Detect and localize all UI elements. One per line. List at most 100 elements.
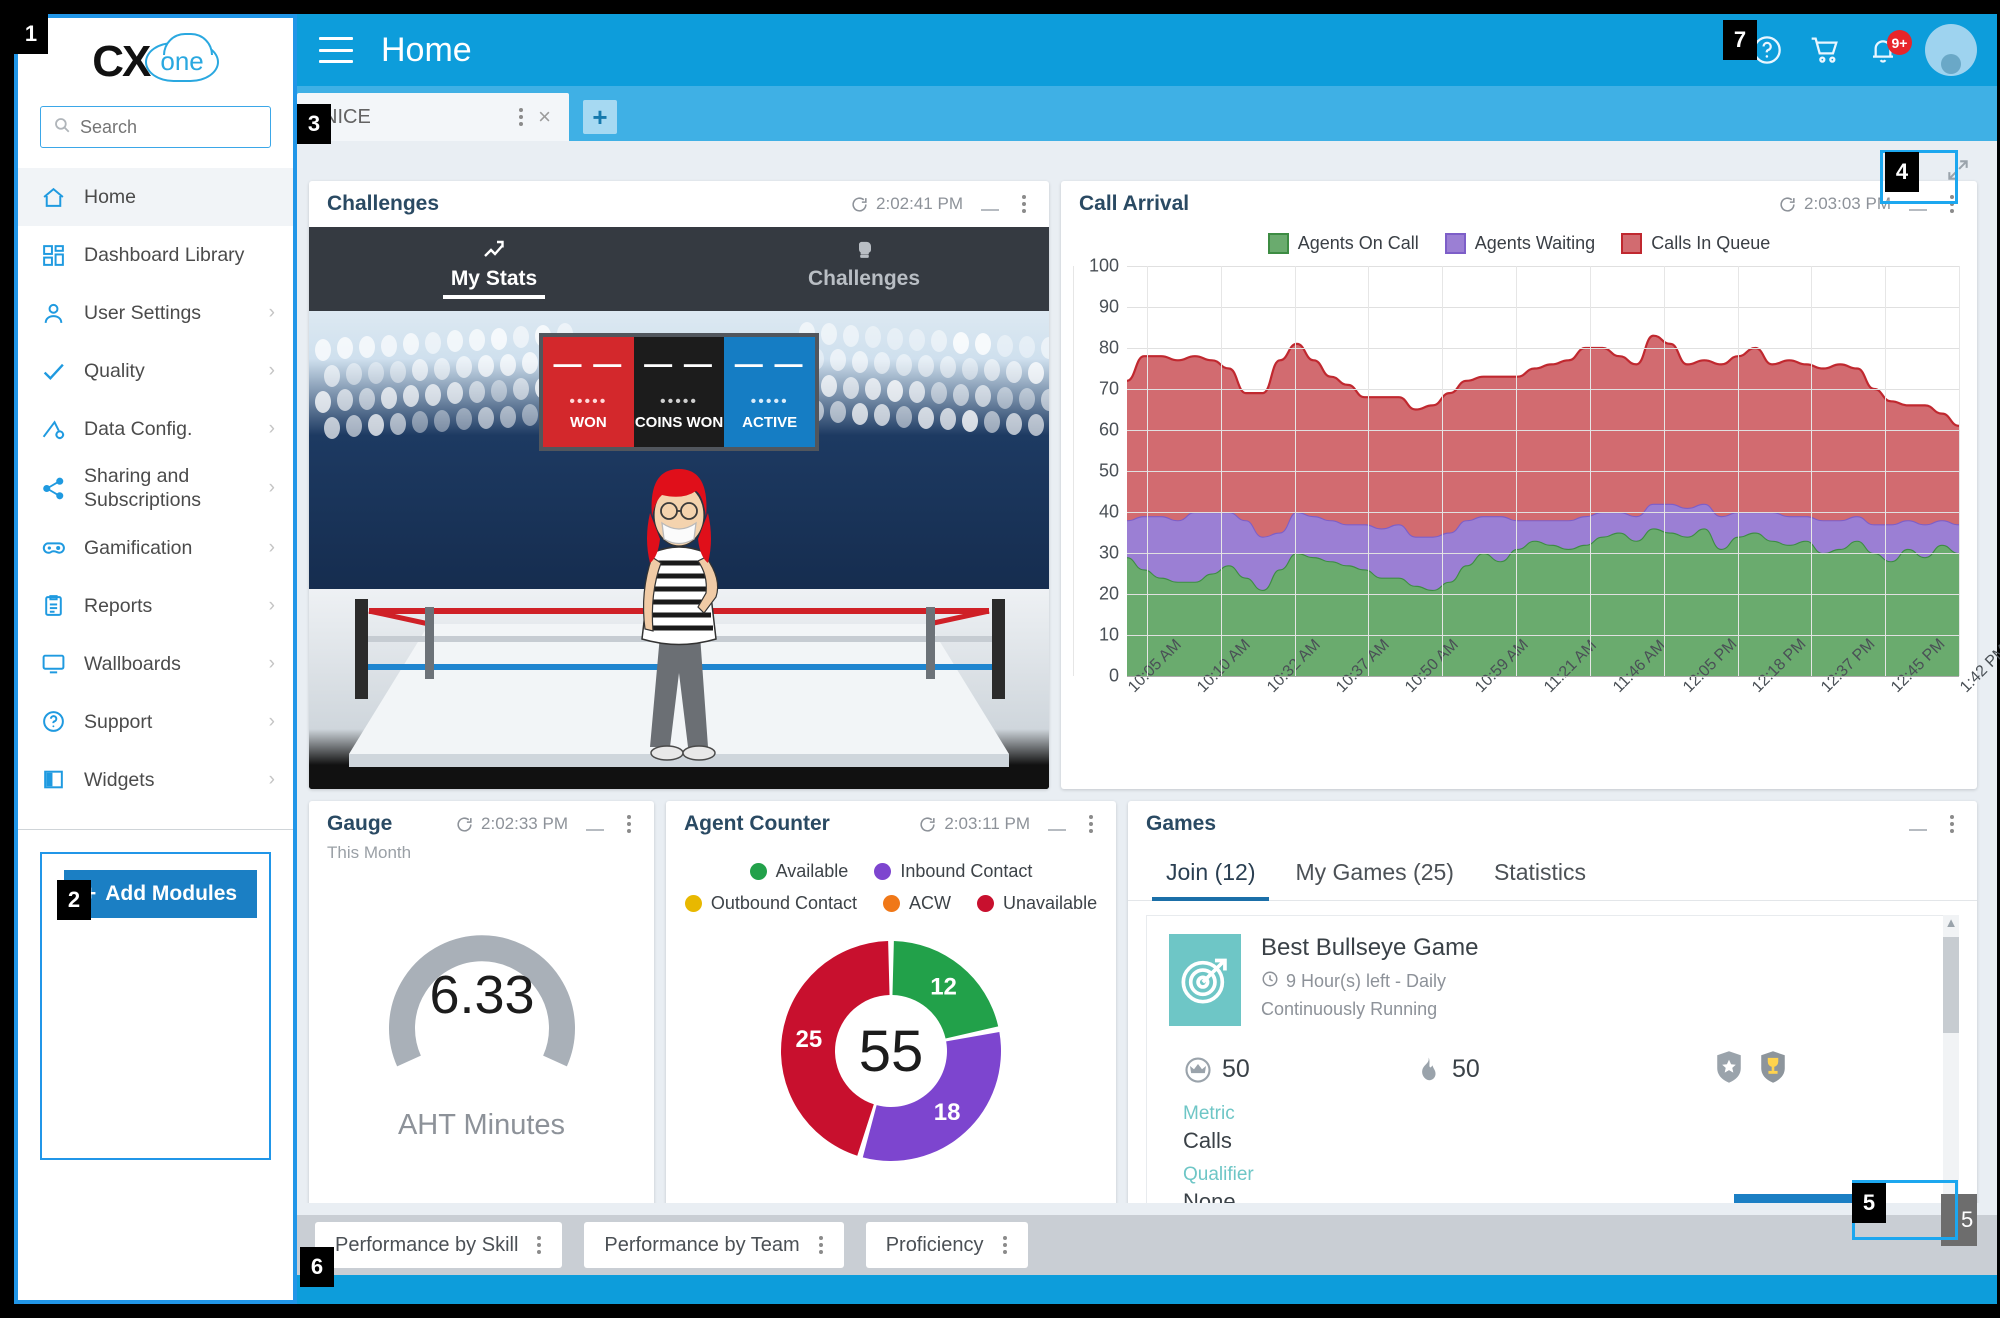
stage-light: [324, 417, 340, 439]
scrollbar-thumb[interactable]: [1943, 937, 1959, 1033]
legend-item-outbound-contact[interactable]: Outbound Contact: [685, 893, 857, 914]
legend-item-acw[interactable]: ACW: [883, 893, 951, 914]
add-modules-button[interactable]: + Add Modules: [64, 870, 257, 918]
hamburger-menu-icon[interactable]: [319, 37, 353, 63]
add-tab-button[interactable]: +: [583, 100, 617, 134]
tab-challenges[interactable]: Challenges: [679, 227, 1049, 311]
stage-light: [478, 355, 494, 377]
sidebar-item-data-config[interactable]: Data Config. ›: [18, 400, 293, 458]
dashboard-tab[interactable]: NICE ×: [297, 93, 569, 141]
search-box[interactable]: [40, 106, 271, 148]
stage-light: [368, 414, 384, 436]
sidebar-item-wallboards[interactable]: Wallboards ›: [18, 635, 293, 693]
minimize-icon[interactable]: [981, 209, 999, 211]
close-icon[interactable]: ×: [534, 104, 555, 130]
bottom-tab-menu-icon[interactable]: [996, 1236, 1014, 1254]
y-axis-tick: 60: [1073, 420, 1119, 441]
chart-legend-item-calls-in-queue[interactable]: Calls In Queue: [1621, 233, 1770, 254]
stage-light: [359, 336, 375, 358]
stage-light: [896, 354, 912, 376]
game-time-left: 9 Hour(s) left - Daily: [1261, 970, 1478, 993]
sidebar-item-user-settings[interactable]: User Settings ›: [18, 284, 293, 342]
donut-slice-value: 25: [795, 1026, 822, 1053]
y-axis-tick: 100: [1073, 256, 1119, 277]
bottom-tab-menu-icon[interactable]: [812, 1236, 830, 1254]
stage-light: [337, 389, 353, 411]
refresh-icon[interactable]: [1778, 195, 1797, 214]
refresh-icon[interactable]: [918, 815, 937, 834]
clock-icon: [1261, 970, 1279, 993]
stage-light: [931, 330, 947, 352]
tab-my-games[interactable]: My Games (25): [1275, 847, 1473, 900]
chart-legend-item-agents-on-call[interactable]: Agents On Call: [1268, 233, 1419, 254]
stage-light: [887, 380, 903, 402]
sidebar-item-reports[interactable]: Reports ›: [18, 577, 293, 635]
sidebar-item-widgets[interactable]: Widgets ›: [18, 751, 293, 809]
tab-statistics[interactable]: Statistics: [1474, 847, 1606, 900]
minimize-icon[interactable]: [1909, 829, 1927, 831]
widget-menu-icon[interactable]: [1943, 815, 1961, 833]
stage-light: [513, 326, 529, 348]
bottom-tab-performance-by-skill[interactable]: Performance by Skill: [315, 1222, 562, 1268]
legend-item-available[interactable]: Available: [750, 861, 849, 882]
dashboard-icon: [40, 242, 66, 268]
scoreboard-cell-active: — — ••••• ACTIVE: [724, 337, 815, 447]
stage-light: [381, 387, 397, 409]
boxing-glove-icon: [851, 239, 877, 263]
search-input[interactable]: [80, 117, 258, 138]
stage-light: [425, 332, 441, 354]
donut-slice-value: 18: [934, 1099, 961, 1126]
widget-menu-icon[interactable]: [620, 815, 638, 833]
tab-join[interactable]: Join (12): [1146, 847, 1275, 900]
expand-icon[interactable]: [1945, 157, 1971, 183]
stage-light: [337, 337, 353, 359]
widget-header: Call Arrival 2:03:03 PM: [1061, 181, 1977, 227]
legend-item-inbound-contact[interactable]: Inbound Contact: [874, 861, 1032, 882]
stage-light: [830, 401, 846, 423]
cart-icon[interactable]: [1809, 34, 1841, 66]
stage-light: [1041, 337, 1049, 359]
sidebar-item-sharing-and-subscriptions[interactable]: Sharing and Subscriptions ›: [18, 458, 293, 519]
minimize-icon[interactable]: [586, 829, 604, 831]
avatar[interactable]: [1925, 24, 1977, 76]
bell-icon[interactable]: 9+: [1867, 34, 1899, 66]
chart-legend-item-agents-waiting[interactable]: Agents Waiting: [1445, 233, 1595, 254]
minimize-icon[interactable]: [1909, 209, 1927, 211]
widget-menu-icon[interactable]: [1015, 195, 1033, 213]
legend-item-unavailable[interactable]: Unavailable: [977, 893, 1097, 914]
refresh-icon[interactable]: [850, 195, 869, 214]
bottom-tab-proficiency[interactable]: Proficiency: [866, 1222, 1028, 1268]
sidebar-item-quality[interactable]: Quality ›: [18, 342, 293, 400]
gridline: [1127, 676, 1959, 677]
stage-light: [469, 329, 485, 351]
bottom-tabs: Performance by Skill Performance by Team…: [297, 1215, 1087, 1275]
scoreboard-dots: •••••: [751, 394, 789, 410]
annotation-marker-1: 1: [14, 14, 48, 54]
chart-legend: Agents On Call Agents Waiting Calls In Que…: [1061, 233, 1977, 254]
widget-title: Agent Counter: [684, 812, 908, 836]
bottom-tab-performance-by-team[interactable]: Performance by Team: [584, 1222, 843, 1268]
x-axis-tick: 1:42 PM: [1957, 642, 2000, 697]
annotation-marker-6: 6: [300, 1247, 334, 1287]
sidebar-item-support[interactable]: Support ›: [18, 693, 293, 751]
widget-menu-icon[interactable]: [1943, 195, 1961, 213]
dashboard-tab-menu-icon[interactable]: [512, 108, 530, 126]
refresh-icon[interactable]: [455, 815, 474, 834]
widget-menu-icon[interactable]: [1082, 815, 1100, 833]
widget-games: Games Join (12) My Games (25) Statistics: [1128, 801, 1977, 1271]
minimize-icon[interactable]: [1048, 829, 1066, 831]
sidebar-item-home[interactable]: Home: [18, 168, 293, 226]
sidebar-item-dashboard-library[interactable]: Dashboard Library: [18, 226, 293, 284]
tab-my-stats[interactable]: My Stats: [309, 227, 679, 311]
stage-light: [500, 354, 516, 376]
sidebar: CX one Home Dashboard Library: [14, 14, 297, 1304]
stage-light: [469, 381, 485, 403]
vertical-gridline: [1368, 266, 1369, 676]
gridline: [1127, 389, 1959, 390]
scroll-up-icon[interactable]: ▲: [1943, 915, 1959, 930]
widget-agent-counter: Agent Counter 2:03:11 PM Available Inbou…: [666, 801, 1116, 1271]
bottom-tab-menu-icon[interactable]: [530, 1236, 548, 1254]
sidebar-item-gamification[interactable]: Gamification ›: [18, 519, 293, 577]
sidebar-item-label: Widgets: [84, 768, 251, 792]
stage-light: [425, 384, 441, 406]
